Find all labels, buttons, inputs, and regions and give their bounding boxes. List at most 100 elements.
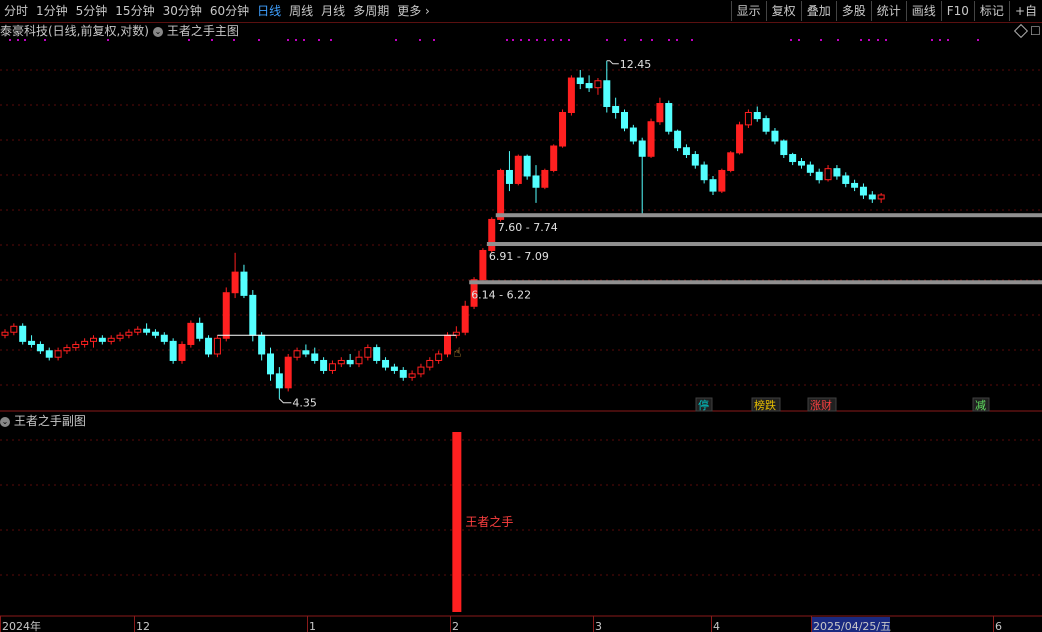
signal-dot — [606, 39, 608, 41]
date-label: 12 — [136, 620, 150, 632]
candle-body — [275, 373, 283, 389]
dropdown-circle-icon[interactable]: ⌄ — [0, 416, 10, 427]
candle-body — [479, 249, 487, 281]
signal-dot — [233, 39, 235, 41]
candle-body — [125, 331, 133, 336]
candle-body — [700, 164, 708, 181]
candle-body — [90, 337, 97, 342]
signal-dot — [668, 39, 670, 41]
candle-body — [877, 194, 885, 200]
signal-dot — [528, 39, 530, 41]
candle-body — [346, 359, 354, 365]
signal-dot — [691, 39, 693, 41]
signal-dot — [560, 39, 562, 41]
candle-body — [19, 325, 27, 342]
candle-body — [143, 328, 151, 333]
candle-body — [559, 111, 567, 147]
high-price-label: 12.45 — [620, 58, 652, 71]
date-label: 2025/04/25/五 — [813, 620, 891, 632]
candle-body — [10, 325, 18, 333]
signal-dot — [258, 39, 260, 41]
candle-body — [718, 169, 726, 192]
price-zone-bar — [469, 280, 1042, 285]
signal-dot — [295, 39, 297, 41]
candle-body — [621, 111, 628, 129]
signal-dot — [330, 39, 332, 41]
candle-body — [81, 340, 89, 345]
signal-dot — [931, 39, 933, 41]
candle-body — [682, 147, 690, 156]
candle-body — [284, 356, 292, 389]
candle-body — [151, 331, 159, 336]
hand-cursor-icon: ☝ — [453, 346, 461, 361]
date-label: 3 — [595, 620, 602, 632]
signal-dot — [947, 39, 949, 41]
date-label: 1 — [309, 620, 316, 632]
candle-body — [311, 353, 319, 361]
candle-body — [426, 359, 434, 368]
candle-body — [629, 127, 637, 142]
signal-tag: 涨财 — [810, 398, 832, 412]
signal-dot — [640, 39, 642, 41]
date-label: 2024年 — [2, 619, 41, 632]
candle-body — [612, 105, 620, 113]
candle-body — [355, 356, 363, 365]
signal-dot — [318, 39, 320, 41]
candle-body — [302, 350, 310, 355]
candle-body — [196, 322, 204, 339]
candle-body — [691, 154, 699, 166]
date-label: 6 — [995, 620, 1002, 632]
candle-body — [435, 353, 443, 361]
candle-body — [134, 328, 142, 333]
candle-body — [63, 347, 71, 352]
candle-body — [213, 337, 221, 355]
candle-body — [859, 186, 867, 196]
candle-body — [868, 194, 876, 200]
candle-body — [780, 140, 788, 156]
signal-dot — [44, 39, 46, 41]
signal-dot — [107, 39, 109, 41]
low-price-label: 4.35 — [292, 397, 317, 410]
candle-body — [497, 169, 505, 220]
kline-chart[interactable]: 7.60 - 7.74 6.91 - 7.09 6.14 - 6.22 12.45 4.… — [0, 0, 1042, 632]
candle-body — [28, 340, 36, 345]
candle-body — [523, 155, 531, 177]
candle-body — [461, 305, 469, 333]
candle-body — [665, 103, 673, 132]
candle-body — [585, 83, 593, 89]
candle-body — [647, 121, 655, 157]
candle-body — [382, 359, 390, 368]
sub-bar-label: 王者之手 — [465, 515, 513, 529]
signal-dot — [939, 39, 941, 41]
signal-tag: 榜跌 — [754, 398, 776, 412]
candle-body — [417, 366, 425, 375]
signal-dot — [9, 39, 11, 41]
candle-body — [240, 271, 248, 296]
signal-dot — [512, 39, 514, 41]
signal-tag: 停 — [698, 398, 709, 412]
candle-body — [444, 334, 451, 355]
candle-body — [709, 179, 717, 192]
candle-body — [169, 340, 177, 361]
candle-body — [72, 343, 80, 349]
candle-body — [258, 334, 266, 355]
candle-body — [328, 363, 336, 371]
signal-dot — [303, 39, 305, 41]
candle-body — [222, 292, 230, 339]
signal-dot — [433, 39, 435, 41]
candle-body — [736, 124, 744, 154]
candle-body — [603, 80, 611, 107]
signal-dot — [977, 39, 979, 41]
signal-dot — [419, 39, 421, 41]
candle-body — [594, 80, 602, 89]
candle-body — [541, 169, 549, 188]
candle-body — [576, 77, 584, 85]
candle-body — [514, 155, 522, 184]
signal-dot — [790, 39, 792, 41]
sub-signal-bar — [452, 432, 462, 612]
candle-body — [231, 271, 239, 294]
sub-indicator-name: 王者之手副图 — [13, 414, 86, 428]
candle-body — [187, 322, 195, 345]
candle-body — [390, 366, 398, 371]
signal-dot — [624, 39, 626, 41]
